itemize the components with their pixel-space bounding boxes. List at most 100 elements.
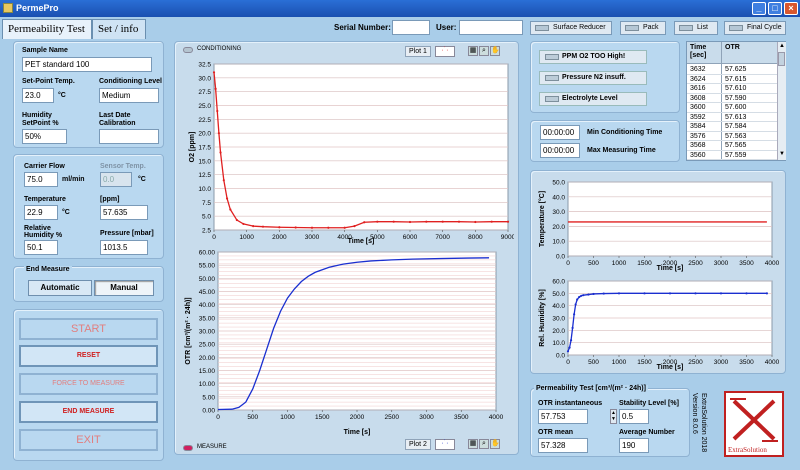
end-measure-button[interactable]: END MEASURE bbox=[19, 401, 158, 423]
table-row[interactable]: 3568 57.565 bbox=[687, 141, 777, 151]
row-time: 3608 bbox=[690, 94, 706, 102]
sample-name-label: Sample Name bbox=[22, 47, 68, 54]
close-button[interactable]: × bbox=[784, 2, 798, 15]
final-cycle-label: Final Cycle bbox=[747, 24, 782, 31]
stability-stepper[interactable]: ▲ ▼ bbox=[610, 409, 617, 424]
reset-button[interactable]: RESET bbox=[19, 345, 158, 367]
table-scrollbar[interactable]: ▲ ▼ bbox=[777, 42, 786, 160]
scroll-up-icon[interactable]: ▲ bbox=[779, 43, 785, 49]
setpoint-temp-label: Set-Point Temp. bbox=[22, 78, 75, 85]
table-row[interactable]: 3632 57.625 bbox=[687, 65, 777, 75]
minimize-button[interactable]: _ bbox=[752, 2, 766, 15]
scroll-down-icon[interactable]: ▼ bbox=[779, 151, 785, 157]
final-cycle-button[interactable]: Final Cycle bbox=[724, 21, 786, 35]
x-tick-label: 9000 bbox=[501, 234, 514, 241]
conditioning-level-input[interactable]: Medium bbox=[99, 88, 159, 103]
pack-label: Pack bbox=[643, 24, 659, 31]
scroll-thumb[interactable] bbox=[778, 52, 785, 66]
y-tick-label: 15.0 bbox=[198, 158, 211, 165]
data-point bbox=[225, 197, 229, 200]
led-indicator bbox=[625, 25, 639, 31]
calibration-label: Calibration bbox=[99, 120, 136, 127]
data-point bbox=[573, 313, 576, 316]
led-indicator bbox=[535, 25, 549, 31]
row-time: 3616 bbox=[690, 85, 706, 92]
zoom-magnifier-icon[interactable]: ⌕ bbox=[479, 439, 489, 449]
table-row[interactable]: 3608 57.590 bbox=[687, 94, 777, 103]
tab-set-info[interactable]: Set / info bbox=[92, 19, 146, 39]
maximize-button[interactable]: □ bbox=[768, 2, 782, 15]
data-point bbox=[592, 292, 595, 296]
data-point bbox=[310, 226, 314, 229]
table-row[interactable]: 3624 57.615 bbox=[687, 75, 777, 84]
serial-number-input[interactable] bbox=[392, 20, 430, 35]
data-point bbox=[587, 293, 590, 296]
exit-button[interactable]: EXIT bbox=[19, 429, 158, 451]
sample-name-input[interactable]: PET standard 100 bbox=[22, 57, 152, 72]
alarm-electrolyte: Electrolyte Level bbox=[539, 92, 647, 106]
alarms-panel: PPM O2 TOO High! Pressure N2 insuff. Ele… bbox=[530, 41, 680, 113]
x-tick-label: 2500 bbox=[688, 359, 703, 366]
x-tick-label: 0 bbox=[212, 234, 216, 241]
row-time: 3624 bbox=[690, 75, 706, 83]
setpoint-temp-input[interactable]: 23.0 bbox=[22, 88, 54, 103]
min-conditioning-time-input[interactable]: 00:00:00 bbox=[540, 125, 580, 140]
table-row[interactable]: 3592 57.613 bbox=[687, 113, 777, 122]
pan-hand-icon[interactable]: ✋ bbox=[490, 439, 500, 449]
x-tick-label: 3000 bbox=[714, 359, 729, 366]
start-button[interactable]: START bbox=[19, 318, 158, 340]
humidity-setpoint-input[interactable]: 50% bbox=[22, 129, 67, 144]
y-tick-label: 30.00 bbox=[199, 329, 216, 336]
x-tick-label: 3500 bbox=[739, 359, 754, 366]
table-row[interactable]: 3600 57.600 bbox=[687, 103, 777, 113]
x-tick-label: 500 bbox=[588, 359, 599, 366]
zoom-grid-icon[interactable]: ▦ bbox=[468, 439, 478, 449]
y-tick-label: 40.0 bbox=[552, 194, 565, 201]
x-tick-label: 4000 bbox=[765, 359, 780, 366]
otr-table-header: Time [sec] OTR bbox=[687, 42, 777, 64]
automatic-button[interactable]: Automatic bbox=[28, 280, 92, 296]
plot2-legend-marker[interactable]: ·˙· bbox=[435, 439, 455, 450]
tab-permeability-test[interactable]: Permeability Test bbox=[2, 19, 92, 39]
x-tick-label: 1000 bbox=[612, 359, 627, 366]
surface-reducer-button[interactable]: Surface Reducer bbox=[530, 21, 612, 35]
pan-hand-icon[interactable]: ✋ bbox=[490, 46, 500, 56]
carrier-panel: Carrier Flow 75.0 ml/min Sensor Temp. 0.… bbox=[13, 154, 164, 259]
last-date-label: Last Date bbox=[99, 112, 131, 119]
y-tick-label: 20.00 bbox=[199, 355, 216, 362]
row-time: 3632 bbox=[690, 66, 706, 73]
data-point bbox=[216, 109, 219, 113]
zoom-grid-icon[interactable]: ▦ bbox=[468, 46, 478, 56]
otr-table[interactable]: Time [sec] OTR 3632 57.625 3624 57.615 3616 5… bbox=[686, 41, 786, 161]
data-point bbox=[580, 294, 583, 297]
y-tick-label: 30.0 bbox=[198, 75, 211, 82]
table-row[interactable]: 3584 57.584 bbox=[687, 122, 777, 132]
plot1-legend-marker[interactable]: ·˙· bbox=[435, 46, 455, 57]
o2-chart: 2.5 5.0 7.5 10.0 12.5 15.0 17.5 20.0 22.5 25.0 27.… bbox=[189, 62, 514, 246]
table-row[interactable]: 3576 57.563 bbox=[687, 132, 777, 141]
row-otr: 57.610 bbox=[725, 85, 747, 92]
force-to-measure-button[interactable]: FORCE TO MEASURE bbox=[19, 373, 158, 395]
max-measuring-time-input[interactable]: 00:00:00 bbox=[540, 143, 580, 158]
otr-instantaneous-label: OTR instantaneous bbox=[538, 400, 603, 407]
y-tick-label: 5.0 bbox=[202, 214, 211, 221]
row-otr: 57.590 bbox=[725, 94, 747, 102]
x-tick-label: 3000 bbox=[714, 260, 729, 267]
pack-button[interactable]: Pack bbox=[620, 21, 666, 35]
zoom-magnifier-icon[interactable]: ⌕ bbox=[479, 46, 489, 56]
list-button[interactable]: List bbox=[674, 21, 718, 35]
manual-button[interactable]: Manual bbox=[94, 280, 154, 296]
x-tick-label: 1500 bbox=[315, 414, 330, 421]
data-point bbox=[235, 218, 238, 222]
alarm-pressure-n2-label: Pressure N2 insuff. bbox=[562, 74, 626, 81]
ppm-value: 57.635 bbox=[100, 205, 148, 220]
led-indicator bbox=[545, 96, 559, 102]
table-row[interactable]: 3616 57.610 bbox=[687, 84, 777, 94]
user-input[interactable] bbox=[459, 20, 523, 35]
last-calibration-input[interactable] bbox=[99, 129, 159, 144]
otr-instantaneous-value: 57.753 bbox=[538, 409, 588, 424]
otr-chart: 0.00 5.00 10.00 15.00 20.00 25.00 30.00 35.00 40… bbox=[185, 250, 504, 437]
stability-level-input[interactable]: 0.5 bbox=[619, 409, 649, 424]
sample-panel: Sample Name PET standard 100 Set-Point T… bbox=[13, 41, 164, 148]
table-row[interactable]: 3560 57.559 bbox=[687, 151, 777, 160]
